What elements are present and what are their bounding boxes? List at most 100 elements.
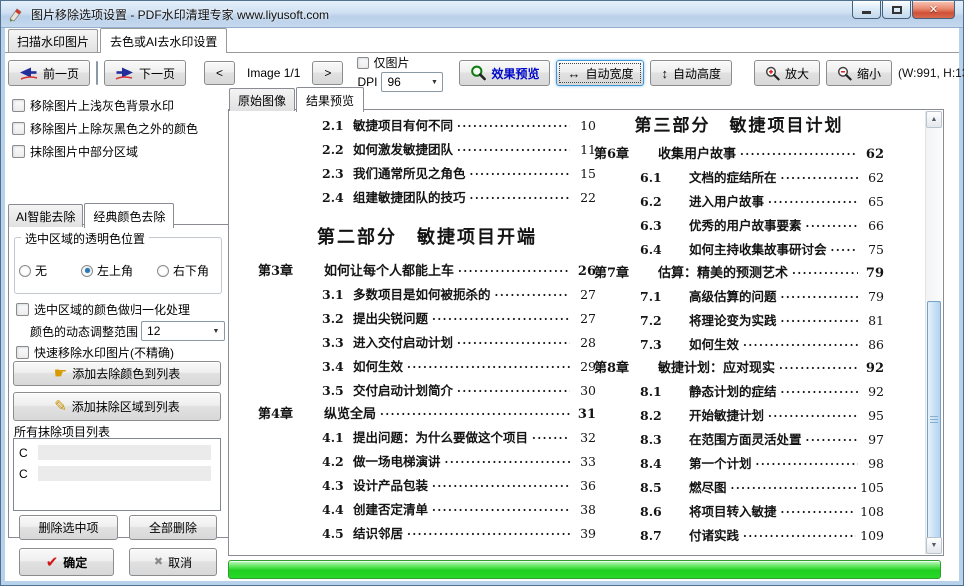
page-number-spinner[interactable]: 1 ▲ ▼ bbox=[96, 61, 98, 85]
page-number-value[interactable]: 1 bbox=[97, 62, 98, 84]
tab-result-preview[interactable]: 结果预览 bbox=[296, 87, 364, 112]
effect-preview-button[interactable]: 效果预览 bbox=[459, 60, 550, 86]
toc-leader-dots: ········································… bbox=[768, 405, 858, 428]
delete-all-button[interactable]: 全部删除 bbox=[129, 515, 217, 540]
vertical-scrollbar[interactable]: ▲ ▼ bbox=[925, 111, 942, 554]
titlebar[interactable]: 图片移除选项设置 - PDF水印清理专家 www.liyusoft.com ✕ bbox=[1, 1, 963, 28]
radio-option[interactable]: 右下角 bbox=[157, 262, 209, 279]
delete-selected-button[interactable]: 删除选中项 bbox=[19, 515, 118, 540]
toc-entry-page: 62 bbox=[862, 143, 884, 166]
minimize-button[interactable] bbox=[852, 1, 881, 19]
toc-entry: 第7章估算：精美的预测艺术···························… bbox=[594, 262, 884, 285]
add-erase-area-button[interactable]: ✎ 添加抹除区域到列表 bbox=[13, 392, 221, 421]
checkbox-icon[interactable] bbox=[12, 122, 25, 135]
radio-option[interactable]: 无 bbox=[19, 262, 81, 279]
toc-entry-title: 交付启动计划简介 bbox=[353, 379, 453, 402]
checkbox-icon[interactable] bbox=[12, 99, 25, 112]
checkbox-icon[interactable] bbox=[16, 303, 29, 316]
toc-entry-number: 8.4 bbox=[640, 452, 689, 475]
image-prev-button[interactable]: < bbox=[204, 61, 235, 85]
checkbox-icon[interactable] bbox=[12, 145, 25, 158]
radio-icon[interactable] bbox=[81, 265, 93, 277]
add-remove-color-button[interactable]: ☛ 添加去除颜色到列表 bbox=[13, 361, 221, 386]
eraser-list-item[interactable]: C bbox=[16, 442, 218, 463]
add-erase-area-label: 添加抹除区域到列表 bbox=[72, 398, 180, 415]
removal-mode-tab-strip: AI智能去除 经典颜色去除 bbox=[8, 203, 229, 227]
image-prev-label: < bbox=[216, 66, 223, 80]
toc-entry: 3.3进入交付启动计划·····························… bbox=[258, 331, 596, 355]
tab-original-image[interactable]: 原始图像 bbox=[229, 88, 295, 111]
prev-page-button[interactable]: 前一页 bbox=[8, 60, 90, 86]
toc-part-heading: 第二部分 敏捷项目开端 bbox=[258, 226, 596, 250]
remove-nongray-colors-option[interactable]: 移除图片上除灰黑色之外的颜色 bbox=[12, 120, 226, 137]
toc-entry-number: 第6章 bbox=[594, 143, 658, 166]
toc-entry-number: 第4章 bbox=[258, 403, 324, 426]
radio-label: 无 bbox=[35, 262, 47, 279]
auto-height-button[interactable]: ↕ 自动高度 bbox=[650, 60, 732, 86]
dpi-value: 96 bbox=[382, 75, 426, 89]
dpi-combobox[interactable]: 96 ▼ bbox=[381, 72, 443, 92]
cancel-button[interactable]: ✖ 取消 bbox=[129, 548, 217, 576]
eraser-items-listbox[interactable]: CC bbox=[13, 438, 221, 511]
tab-classic-color-removal[interactable]: 经典颜色去除 bbox=[84, 203, 174, 228]
eraser-list-item[interactable]: C bbox=[16, 463, 218, 484]
toc-leader-dots: ········································… bbox=[407, 523, 570, 546]
check-icon: ✔ bbox=[46, 555, 59, 570]
toc-leader-dots: ········································… bbox=[532, 427, 570, 450]
radio-option[interactable]: 左上角 bbox=[81, 262, 157, 279]
remove-lightgray-bg-option[interactable]: 移除图片上浅灰色背景水印 bbox=[12, 97, 226, 114]
fast-remove-option[interactable]: 快速移除水印图片(不精确) bbox=[16, 344, 224, 361]
tab-ai-removal[interactable]: AI智能去除 bbox=[8, 204, 83, 227]
toc-entry: 6.1文档的症结所在······························… bbox=[594, 166, 884, 190]
only-image-checkbox[interactable] bbox=[357, 57, 369, 69]
toc-entry-number: 6.3 bbox=[640, 214, 689, 237]
scrollbar-thumb[interactable] bbox=[927, 301, 941, 539]
tab-scan-watermark[interactable]: 扫描水印图片 bbox=[8, 29, 98, 52]
ok-label: 确定 bbox=[63, 554, 87, 571]
toc-entry-title: 静态计划的症结 bbox=[689, 380, 777, 403]
toc-entry-title: 在范围方面灵活处置 bbox=[689, 428, 802, 451]
radio-icon[interactable] bbox=[157, 265, 169, 277]
next-page-button[interactable]: 下一页 bbox=[104, 60, 186, 86]
toc-entry-page: 86 bbox=[862, 333, 884, 356]
normalize-color-label: 选中区域的颜色做归一化处理 bbox=[34, 301, 190, 318]
maximize-button[interactable] bbox=[882, 1, 911, 19]
toc-leader-dots: ········································… bbox=[495, 284, 570, 307]
ok-button[interactable]: ✔ 确定 bbox=[19, 548, 114, 576]
result-preview-area: 2.1敏捷项目有何不同·····························… bbox=[228, 109, 944, 556]
toc-entry-page: 27 bbox=[574, 283, 596, 306]
eraser-item-label: C bbox=[19, 446, 31, 460]
scroll-up-icon[interactable]: ▲ bbox=[926, 111, 942, 128]
zoom-in-button[interactable]: 放大 bbox=[754, 60, 820, 86]
toc-entry-title: 将项目转入敏捷 bbox=[689, 500, 777, 523]
image-size-info: (W:991, H:1307) bbox=[898, 66, 964, 80]
checkbox-icon[interactable] bbox=[16, 346, 29, 359]
tab-decolor-ai-settings[interactable]: 去色或AI去水印设置 bbox=[100, 28, 227, 53]
toc-leader-dots: ········································… bbox=[768, 191, 858, 214]
zoom-out-button[interactable]: 缩小 bbox=[826, 60, 892, 86]
normalize-color-option[interactable]: 选中区域的颜色做归一化处理 bbox=[16, 301, 224, 318]
toc-entry: 第6章收集用户故事·······························… bbox=[594, 143, 884, 166]
toc-entry-page: 11 bbox=[574, 138, 596, 161]
zoom-in-icon bbox=[765, 66, 780, 81]
erase-partial-area-option[interactable]: 抹除图片中部分区域 bbox=[12, 143, 226, 160]
toc-entry: 6.2进入用户故事·······························… bbox=[594, 190, 884, 214]
transparent-position-group: 选中区域的透明色位置 无左上角右下角 bbox=[14, 237, 222, 294]
toc-entry-number: 第3章 bbox=[258, 260, 324, 283]
radio-icon[interactable] bbox=[19, 265, 31, 277]
image-next-button[interactable]: > bbox=[312, 61, 343, 85]
fast-remove-label: 快速移除水印图片(不精确) bbox=[34, 344, 174, 361]
preview-tab-strip: 原始图像 结果预览 bbox=[229, 87, 365, 111]
toc-entry-number: 3.3 bbox=[322, 331, 353, 354]
toc-leader-dots: ········································… bbox=[806, 215, 858, 238]
auto-width-button[interactable]: ↔ 自动宽度 bbox=[556, 60, 644, 86]
toc-entry-number: 7.2 bbox=[640, 309, 689, 332]
eraser-item-label: C bbox=[19, 467, 31, 481]
scroll-down-icon[interactable]: ▼ bbox=[926, 537, 942, 554]
dynamic-range-combobox[interactable]: 12 ▼ bbox=[141, 321, 225, 341]
dropdown-arrow-icon[interactable]: ▼ bbox=[208, 328, 224, 335]
dropdown-arrow-icon[interactable]: ▼ bbox=[426, 79, 442, 86]
close-button[interactable]: ✕ bbox=[912, 1, 955, 19]
toc-entry-title: 提出问题：为什么要做这个项目 bbox=[353, 426, 528, 449]
toc-entry-number: 2.2 bbox=[322, 138, 353, 161]
